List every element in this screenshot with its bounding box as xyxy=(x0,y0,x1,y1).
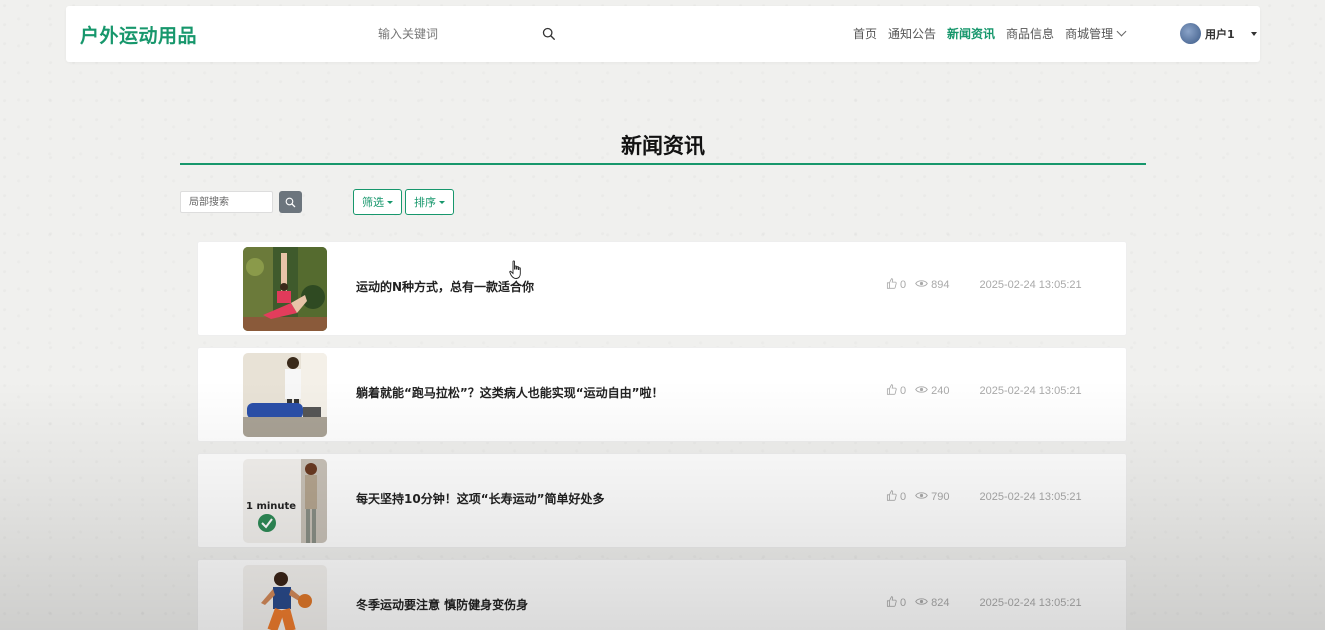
news-date: 2025-02-24 13:05:21 xyxy=(979,491,1082,503)
news-title[interactable]: 冬季运动要注意 慎防健身变伤身 xyxy=(356,596,856,613)
news-title[interactable]: 躺着就能“跑马拉松”？这类病人也能实现“运动自由”啦！ xyxy=(356,384,856,401)
thumbs-up-icon[interactable] xyxy=(886,490,897,504)
eye-icon xyxy=(915,279,928,291)
thumbs-up-icon[interactable] xyxy=(886,384,897,398)
thumbs-up-icon[interactable] xyxy=(886,596,897,610)
news-meta: 0 894 2025-02-24 13:05:21 xyxy=(886,278,1082,292)
list-item[interactable]: 躺着就能“跑马拉松”？这类病人也能实现“运动自由”啦！ 0 240 2025-0… xyxy=(197,347,1127,442)
news-thumbnail[interactable] xyxy=(243,247,327,331)
avatar xyxy=(1180,23,1201,44)
like-count: 0 xyxy=(900,385,907,397)
filter-button[interactable]: 筛选 xyxy=(353,189,402,215)
sort-label: 排序 xyxy=(414,196,436,209)
hand-cursor-icon xyxy=(509,260,521,279)
nav-home[interactable]: 首页 xyxy=(853,25,877,42)
news-title[interactable]: 运动的N种方式，总有一款适合你 xyxy=(356,278,856,295)
news-date: 2025-02-24 13:05:21 xyxy=(979,597,1082,609)
view-count: 240 xyxy=(931,385,950,397)
title-underline xyxy=(180,163,1146,165)
local-search-input[interactable] xyxy=(180,191,273,213)
news-thumbnail[interactable]: 1 minute xyxy=(243,459,327,543)
view-count-group: 240 xyxy=(915,385,949,397)
user-menu[interactable]: 用户1 xyxy=(1180,23,1257,44)
nav-notice[interactable]: 通知公告 xyxy=(888,25,936,42)
news-meta: 0 824 2025-02-24 13:05:21 xyxy=(886,596,1082,610)
view-count-group: 824 xyxy=(915,597,949,609)
nav-shop-admin-label: 商城管理 xyxy=(1065,27,1114,41)
list-item[interactable]: 1 minute 每天坚持10分钟！这项“长寿运动”简单好处多 0 790 20… xyxy=(197,453,1127,548)
news-meta: 0 240 2025-02-24 13:05:21 xyxy=(886,384,1082,398)
view-count: 894 xyxy=(931,279,950,291)
sort-button[interactable]: 排序 xyxy=(405,189,454,215)
thumb-caption: 1 minute xyxy=(246,501,296,512)
caret-down-icon xyxy=(1250,31,1257,36)
list-item[interactable]: 冬季运动要注意 慎防健身变伤身 0 824 2025-02-24 13:05:2… xyxy=(197,559,1127,630)
main-nav: 首页 通知公告 新闻资讯 商品信息 商城管理 xyxy=(853,25,1127,42)
view-count: 824 xyxy=(931,597,950,609)
site-logo[interactable]: 户外运动用品 xyxy=(80,21,197,48)
news-thumbnail[interactable] xyxy=(243,353,327,437)
nav-news[interactable]: 新闻资讯 xyxy=(947,25,995,42)
like-count: 0 xyxy=(900,597,907,609)
news-date: 2025-02-24 13:05:21 xyxy=(979,385,1082,397)
news-thumbnail[interactable] xyxy=(243,565,327,630)
view-count: 790 xyxy=(931,491,950,503)
view-count-group: 790 xyxy=(915,491,949,503)
nav-shop-admin[interactable]: 商城管理 xyxy=(1065,25,1127,42)
news-date: 2025-02-24 13:05:21 xyxy=(979,279,1082,291)
top-navbar: 户外运动用品 首页 通知公告 新闻资讯 商品信息 商城管理 用户1 xyxy=(66,6,1260,62)
chevron-down-icon xyxy=(1116,26,1127,37)
search-icon[interactable] xyxy=(542,27,556,41)
thumbs-up-icon[interactable] xyxy=(886,278,897,292)
local-search-button[interactable] xyxy=(279,191,302,213)
search-input[interactable] xyxy=(378,24,528,44)
caret-down-icon xyxy=(387,200,393,204)
user-name: 用户1 xyxy=(1205,27,1235,41)
view-count-group: 894 xyxy=(915,279,949,291)
news-meta: 0 790 2025-02-24 13:05:21 xyxy=(886,490,1082,504)
header-search xyxy=(366,17,568,51)
eye-icon xyxy=(915,491,928,503)
caret-down-icon xyxy=(439,200,445,204)
like-count: 0 xyxy=(900,491,907,503)
eye-icon xyxy=(915,385,928,397)
news-title[interactable]: 每天坚持10分钟！这项“长寿运动”简单好处多 xyxy=(356,490,856,507)
eye-icon xyxy=(915,597,928,609)
list-item[interactable]: 运动的N种方式，总有一款适合你 0 894 2025-02-24 13:05:2… xyxy=(197,241,1127,336)
like-count: 0 xyxy=(900,279,907,291)
nav-products[interactable]: 商品信息 xyxy=(1006,25,1054,42)
search-icon xyxy=(285,197,296,207)
page-title: 新闻资讯 xyxy=(621,134,705,158)
filter-label: 筛选 xyxy=(362,196,384,209)
